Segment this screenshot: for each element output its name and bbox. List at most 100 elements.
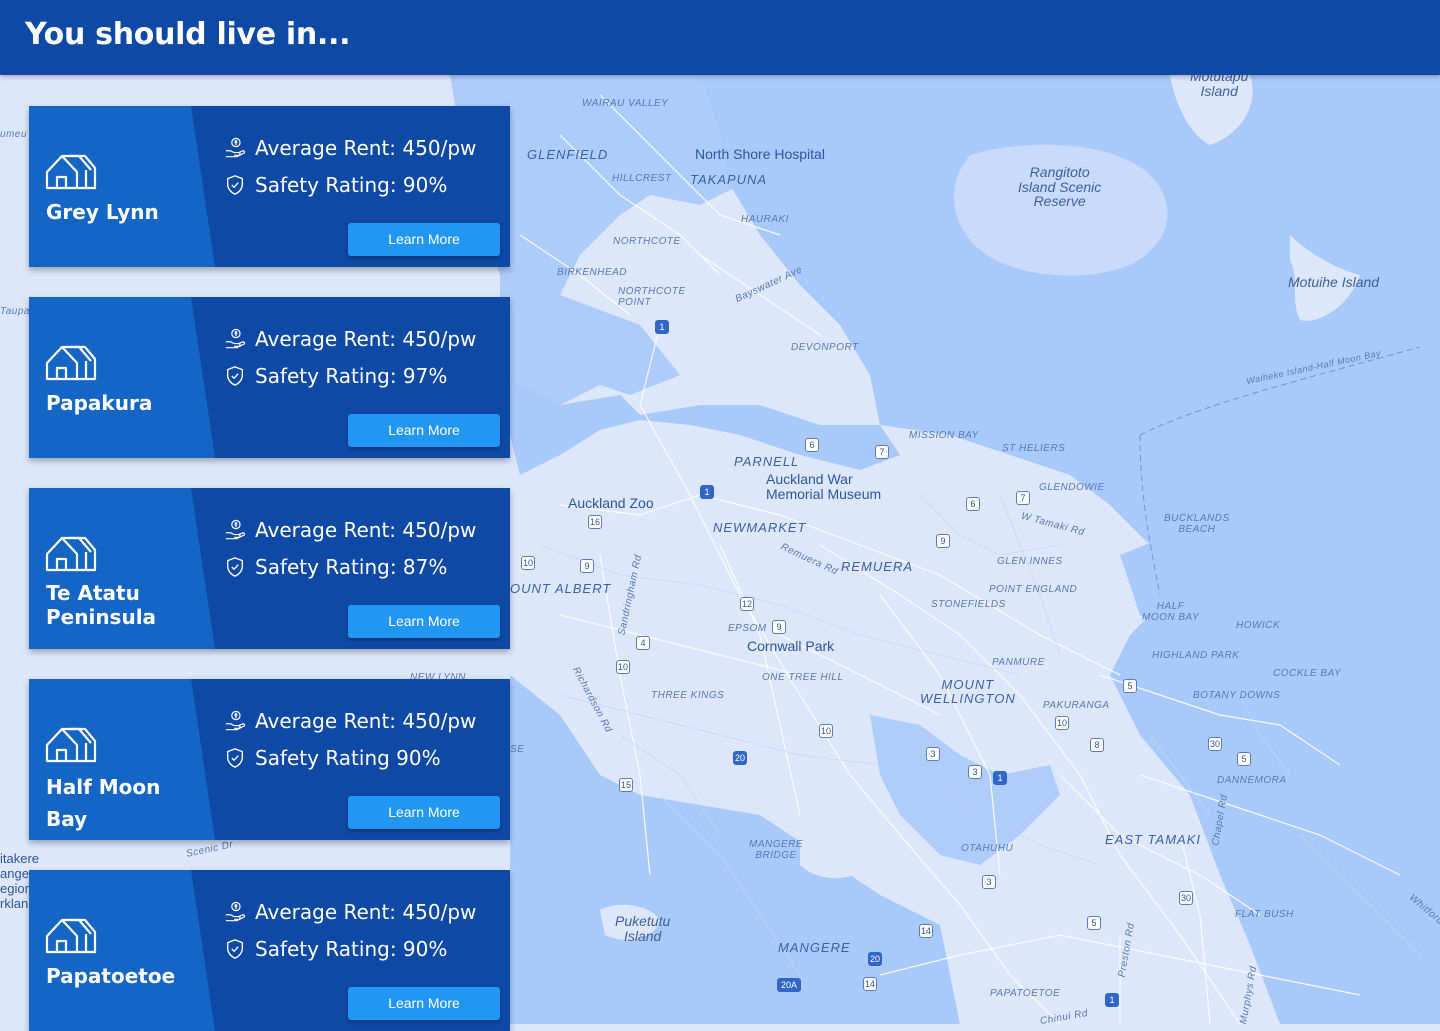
map-label-wairau-valley: WAIRAU VALLEY <box>582 98 669 109</box>
suburb-name: Half Moon Bay <box>46 775 161 831</box>
learn-more-button[interactable]: Learn More <box>348 796 500 829</box>
map-route-shield: 30 <box>1208 737 1222 751</box>
map-highway-shield: 20 <box>733 751 747 765</box>
map-label-botany-downs: BOTANY DOWNS <box>1193 690 1281 701</box>
map-route-shield: 6 <box>805 438 819 452</box>
map-label-glen-innes: GLEN INNES <box>997 556 1063 567</box>
house-icon <box>45 536 97 572</box>
map-route-shield: 9 <box>936 534 950 548</box>
safety-rating-text: Safety Rating: 90% <box>255 173 448 197</box>
shield-check-icon <box>226 939 244 959</box>
map-label-taupa: Taupa <box>0 306 30 317</box>
map-route-shield: 5 <box>1123 679 1137 693</box>
map-route-shield: 10 <box>616 660 630 674</box>
map-label-rangitoto: Rangitoto Island Scenic Reserve <box>1018 164 1102 210</box>
suburb-card-grey-lynn[interactable]: Grey Lynn Average Rent: 450/pw Safety Ra… <box>29 106 510 267</box>
map-route-shield: 30 <box>1179 891 1193 905</box>
rent-money-icon <box>225 901 246 922</box>
map-route-shield: 6 <box>966 497 980 511</box>
map-poi-north-shore-hospital[interactable]: North Shore Hospital <box>695 147 825 162</box>
map-route-shield: 3 <box>926 747 940 761</box>
map-route-shield: 5 <box>1237 752 1251 766</box>
map-label-one-tree-hill: ONE TREE HILL <box>762 672 844 683</box>
suburb-card-papatoetoe[interactable]: Papatoetoe Average Rent: 450/pw Safety R… <box>29 870 510 1031</box>
learn-more-button[interactable]: Learn More <box>348 414 500 447</box>
average-rent-text: Average Rent: 450/pw <box>255 136 477 160</box>
map-label-three-kings: THREE KINGS <box>651 690 725 701</box>
map-label-umeu: umeu <box>0 129 28 140</box>
map-route-shield: 14 <box>863 977 877 991</box>
map-label-parnell: PARNELL <box>734 454 800 469</box>
shield-check-icon <box>226 748 244 768</box>
house-icon <box>45 154 97 190</box>
map-label-bucklands-beach: BUCKLANDS BEACH <box>1164 513 1230 535</box>
rent-money-icon <box>225 137 246 158</box>
map-route-shield: 15 <box>619 778 633 792</box>
average-rent: Average Rent: 450/pw <box>224 327 476 351</box>
safety-rating: Safety Rating: 87% <box>224 555 447 579</box>
map-route-shield: 7 <box>875 445 889 459</box>
average-rent: Average Rent: 450/pw <box>224 518 476 542</box>
learn-more-button[interactable]: Learn More <box>348 605 500 638</box>
suburb-name: Papakura <box>46 391 153 415</box>
average-rent-text: Average Rent: 450/pw <box>255 327 477 351</box>
map-label-glenfield: GLENFIELD <box>527 147 609 162</box>
safety-rating-text: Safety Rating: 87% <box>255 555 448 579</box>
map-label-howick: HOWICK <box>1236 620 1281 631</box>
average-rent-text: Average Rent: 450/pw <box>255 518 477 542</box>
suburb-card-half-moon-bay[interactable]: Half Moon Bay Average Rent: 450/pw Safet… <box>29 679 510 840</box>
suburb-name: Papatoetoe <box>46 964 176 988</box>
suburb-card-te-atatu-peninsula[interactable]: Te Atatu Peninsula Average Rent: 450/pw … <box>29 488 510 649</box>
map-label-mangere: MANGERE <box>778 940 851 955</box>
map-route-shield: 14 <box>919 924 933 938</box>
map-poi-auckland-zoo[interactable]: Auckland Zoo <box>568 496 654 511</box>
map-route-shield: 7 <box>1016 491 1030 505</box>
map-highway-shield: 1 <box>993 771 1007 785</box>
map-label-epsom: EPSOM <box>728 623 767 634</box>
map-label-newmarket: NEWMARKET <box>713 520 807 535</box>
map-label-mount-albert: OUNT ALBERT <box>510 581 612 596</box>
map-highway-shield: 20 <box>868 952 882 966</box>
map-label-se: SE <box>510 744 525 755</box>
map-label-highland-park: HIGHLAND PARK <box>1152 650 1240 661</box>
rent-money-icon <box>225 519 246 540</box>
map-highway-shield: 16 <box>588 515 602 529</box>
map-highway-shield: 1 <box>700 485 714 499</box>
map-label-half-moon-bay: HALF MOON BAY <box>1142 601 1200 623</box>
map-label-devonport: DEVONPORT <box>791 342 859 353</box>
shield-check-icon <box>226 557 244 577</box>
learn-more-button[interactable]: Learn More <box>348 987 500 1020</box>
map-highway-shield: 20A <box>777 978 801 992</box>
map-route-shield: 3 <box>982 875 996 889</box>
map-label-hillcrest: HILLCREST <box>612 173 672 184</box>
map-poi-cornwall-park[interactable]: Cornwall Park <box>747 639 834 654</box>
safety-rating-text: Safety Rating 90% <box>255 746 441 770</box>
map-label-birkenhead: BIRKENHEAD <box>557 267 628 278</box>
safety-rating: Safety Rating: 90% <box>224 173 447 197</box>
map-label-mangere-bridge: MANGERE BRIDGE <box>749 839 804 861</box>
map-label-northcote-point: NORTHCOTE POINT <box>618 286 686 308</box>
rent-money-icon <box>225 710 246 731</box>
suburb-card-papakura[interactable]: Papakura Average Rent: 450/pw Safety Rat… <box>29 297 510 458</box>
map-label-papatoetoe: PAPATOETOE <box>990 988 1061 999</box>
average-rent-text: Average Rent: 450/pw <box>255 709 477 733</box>
map-label-glendowie: GLENDOWIE <box>1039 482 1105 493</box>
page-title: You should live in... <box>25 17 351 52</box>
map-poi-auckland-museum[interactable]: Auckland War Memorial Museum <box>766 472 881 502</box>
house-icon <box>45 345 97 381</box>
safety-rating-text: Safety Rating: 97% <box>255 364 448 388</box>
map-label-st-heliers: ST HELIERS <box>1002 443 1066 454</box>
learn-more-button[interactable]: Learn More <box>348 223 500 256</box>
map-route-shield: 5 <box>1087 916 1101 930</box>
safety-rating: Safety Rating: 97% <box>224 364 447 388</box>
map-label-mount-wellington: MOUNT WELLINGTON <box>920 677 1016 706</box>
shield-check-icon <box>226 175 244 195</box>
map-label-stonefields: STONEFIELDS <box>931 599 1006 610</box>
suburb-name: Grey Lynn <box>46 200 159 224</box>
safety-rating-text: Safety Rating: 90% <box>255 937 448 961</box>
map-label-northcote: NORTHCOTE <box>613 236 681 247</box>
map-label-flat-bush: FLAT BUSH <box>1235 909 1294 920</box>
house-icon <box>45 727 97 763</box>
suburb-name: Te Atatu Peninsula <box>46 581 157 629</box>
map-route-shield: 10 <box>521 556 535 570</box>
